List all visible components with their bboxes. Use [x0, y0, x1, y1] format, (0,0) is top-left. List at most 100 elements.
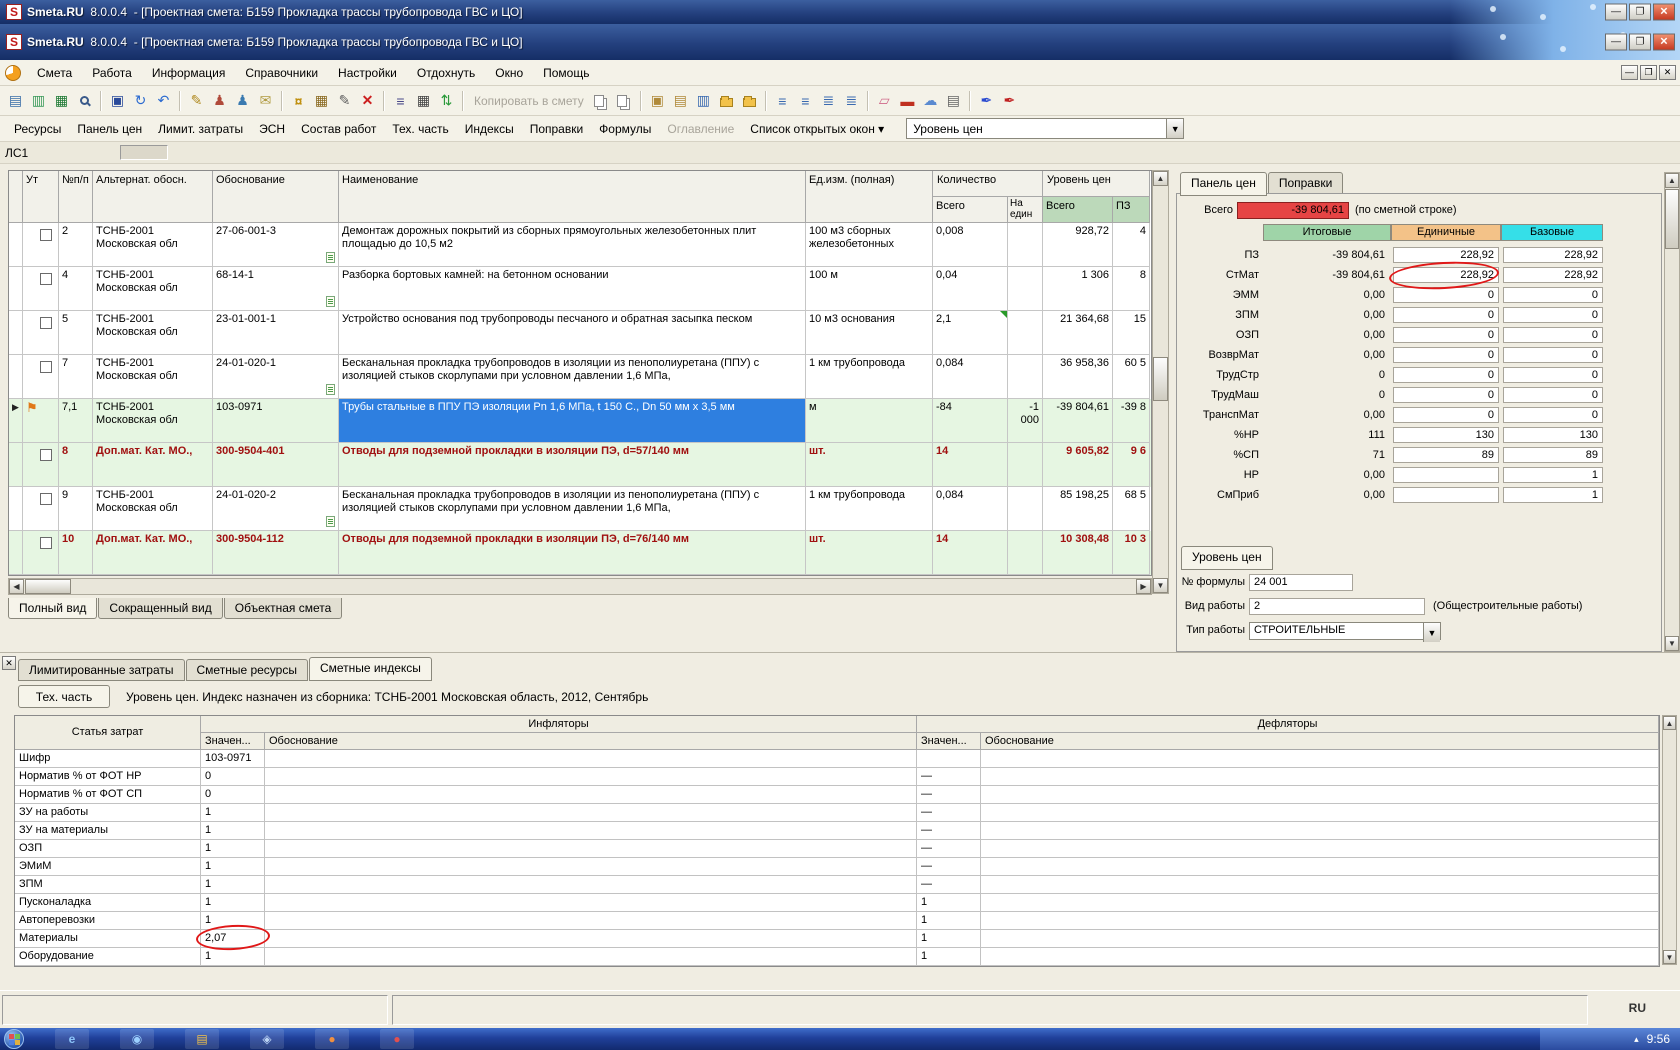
- inflator-value-cell[interactable]: 0: [201, 786, 265, 804]
- price-baz-field[interactable]: 0: [1503, 387, 1603, 403]
- edit-cell-icon[interactable]: ✎: [333, 89, 356, 112]
- panel-button[interactable]: Панель цен: [69, 118, 150, 140]
- minimize-button[interactable]: —: [1605, 4, 1627, 21]
- align-left-icon[interactable]: ≡: [771, 89, 794, 112]
- scroll-down-icon[interactable]: ▼: [1663, 950, 1676, 964]
- menu-item[interactable]: Окно: [485, 61, 533, 85]
- price-baz-field[interactable]: 89: [1503, 447, 1603, 463]
- estimate-vscrollbar[interactable]: ▲ ▼: [1152, 170, 1169, 594]
- child-minimize-button[interactable]: —: [1621, 65, 1638, 80]
- price-total-cell[interactable]: -39 804,61: [1043, 399, 1113, 443]
- estimate-row[interactable]: 7 ТСНБ-2001 Московская обл 24-01-020-1 Б…: [9, 355, 1151, 399]
- row-selector-cell[interactable]: [9, 487, 23, 531]
- title-bar-main[interactable]: S Smeta.RU 8.0.0.4 - [Проектная смета: Б…: [0, 24, 1680, 60]
- estimate-row[interactable]: 2 ТСНБ-2001 Московская обл 27-06-001-3 Д…: [9, 223, 1151, 267]
- deflator-basis-cell[interactable]: [981, 840, 1659, 858]
- insert-section-icon[interactable]: ▥: [27, 89, 50, 112]
- qty-total-cell[interactable]: 0,084: [933, 487, 1008, 531]
- bottom-tab[interactable]: Сметные индексы: [309, 657, 432, 681]
- inflator-value-cell[interactable]: 1: [201, 894, 265, 912]
- panel-button[interactable]: ЭСН: [251, 118, 293, 140]
- qty-per-unit-cell[interactable]: [1008, 487, 1043, 531]
- price-edin-field[interactable]: 0: [1393, 307, 1499, 323]
- price-baz-field[interactable]: 0: [1503, 307, 1603, 323]
- price-total-cell[interactable]: 10 308,48: [1043, 531, 1113, 575]
- qty-total-cell[interactable]: 14: [933, 531, 1008, 575]
- inflator-basis-cell[interactable]: [265, 768, 917, 786]
- qty-per-unit-cell[interactable]: [1008, 531, 1043, 575]
- inflator-value-cell[interactable]: 1: [201, 804, 265, 822]
- approve-checkbox[interactable]: [40, 361, 52, 373]
- deflator-value-cell[interactable]: —: [917, 858, 981, 876]
- panel-button[interactable]: Ресурсы: [6, 118, 69, 140]
- row-selector-cell[interactable]: [9, 531, 23, 575]
- row-selector-cell[interactable]: [9, 355, 23, 399]
- header-name[interactable]: Наименование: [339, 171, 806, 223]
- approved-cell[interactable]: [23, 267, 59, 311]
- price-edin-field[interactable]: 0: [1393, 347, 1499, 363]
- approved-cell[interactable]: [23, 487, 59, 531]
- inflator-basis-cell[interactable]: [265, 840, 917, 858]
- cost-item-cell[interactable]: Шифр: [15, 750, 201, 768]
- index-row[interactable]: ЗПМ 1 —: [15, 876, 1659, 894]
- unit-cell[interactable]: шт.: [806, 443, 933, 487]
- sort-asc-icon[interactable]: ≣: [817, 89, 840, 112]
- alt-basis-cell[interactable]: ТСНБ-2001 Московская обл: [93, 487, 213, 531]
- name-cell[interactable]: Устройство основания под трубопроводы пе…: [339, 311, 806, 355]
- sort-icon[interactable]: ⇅: [435, 89, 458, 112]
- price-baz-field[interactable]: 0: [1503, 407, 1603, 423]
- scroll-thumb[interactable]: [1665, 189, 1679, 249]
- header-number[interactable]: №п/п: [59, 171, 93, 223]
- bottom-tab[interactable]: Лимитированные затраты: [18, 659, 185, 681]
- estimate-row[interactable]: 8 Доп.мат. Кат. МО., 300-9504-401 Отводы…: [9, 443, 1151, 487]
- estimate-row[interactable]: ▶ ⚑ 7,1 ТСНБ-2001 Московская обл 103-097…: [9, 399, 1151, 443]
- price-baz-field[interactable]: 228,92: [1503, 267, 1603, 283]
- panel-close-icon[interactable]: ✕: [2, 656, 16, 670]
- estimate-row[interactable]: 5 ТСНБ-2001 Московская обл 23-01-001-1 У…: [9, 311, 1151, 355]
- price-total-cell[interactable]: 85 198,25: [1043, 487, 1113, 531]
- deflator-basis-cell[interactable]: [981, 912, 1659, 930]
- approved-cell[interactable]: [23, 355, 59, 399]
- panel-button[interactable]: Лимит. затраты: [150, 118, 251, 140]
- price-baz-field[interactable]: 0: [1503, 367, 1603, 383]
- qty-total-cell[interactable]: 14: [933, 443, 1008, 487]
- deflator-basis-cell[interactable]: [981, 768, 1659, 786]
- pen-red-icon[interactable]: ✒: [998, 89, 1021, 112]
- estimate-hscrollbar[interactable]: ◀ ▶: [8, 578, 1152, 595]
- approve-checkbox[interactable]: [40, 449, 52, 461]
- close-button[interactable]: ✕: [1653, 4, 1675, 21]
- chevron-down-icon[interactable]: ▼: [1423, 623, 1440, 642]
- row-selector-cell[interactable]: ▶: [9, 399, 23, 443]
- column-header-bazovye[interactable]: Базовые: [1501, 224, 1603, 241]
- price-baz-field[interactable]: 130: [1503, 427, 1603, 443]
- price-edin-field[interactable]: 130: [1393, 427, 1499, 443]
- estimate-row[interactable]: 10 Доп.мат. Кат. МО., 300-9504-112 Отвод…: [9, 531, 1151, 575]
- menu-item[interactable]: Работа: [82, 61, 142, 85]
- row-number-cell[interactable]: 8: [59, 443, 93, 487]
- index-row[interactable]: Норматив % от ФОТ НР 0 —: [15, 768, 1659, 786]
- inflator-basis-cell[interactable]: [265, 930, 917, 948]
- unit-cell[interactable]: шт.: [806, 531, 933, 575]
- cost-item-cell[interactable]: ЗУ на материалы: [15, 822, 201, 840]
- qty-per-unit-cell[interactable]: [1008, 267, 1043, 311]
- menu-item[interactable]: Смета: [27, 61, 82, 85]
- unit-cell[interactable]: 100 м3 сборных железобетонных: [806, 223, 933, 267]
- deflator-basis-cell[interactable]: [981, 750, 1659, 768]
- row-selector-cell[interactable]: [9, 267, 23, 311]
- inflator-basis-cell[interactable]: [265, 804, 917, 822]
- header-def-value[interactable]: Значен...: [917, 733, 981, 750]
- approve-checkbox[interactable]: [40, 273, 52, 285]
- scroll-right-icon[interactable]: ▶: [1136, 579, 1151, 594]
- row-number-cell[interactable]: 4: [59, 267, 93, 311]
- price-level-combo[interactable]: Уровень цен ▼: [906, 118, 1184, 139]
- qty-per-unit-cell[interactable]: [1008, 311, 1043, 355]
- header-price-level-group[interactable]: Уровень цен: [1043, 171, 1150, 197]
- price-baz-field[interactable]: 1: [1503, 467, 1603, 483]
- window-cascade-icon[interactable]: ▣: [646, 89, 669, 112]
- price-edin-field[interactable]: 228,92: [1393, 247, 1499, 263]
- index-row[interactable]: ЗУ на материалы 1 —: [15, 822, 1659, 840]
- basis-cell[interactable]: 27-06-001-3: [213, 223, 339, 267]
- inflator-basis-cell[interactable]: [265, 750, 917, 768]
- alt-basis-cell[interactable]: Доп.мат. Кат. МО.,: [93, 443, 213, 487]
- resource-person-icon[interactable]: ♟: [208, 89, 231, 112]
